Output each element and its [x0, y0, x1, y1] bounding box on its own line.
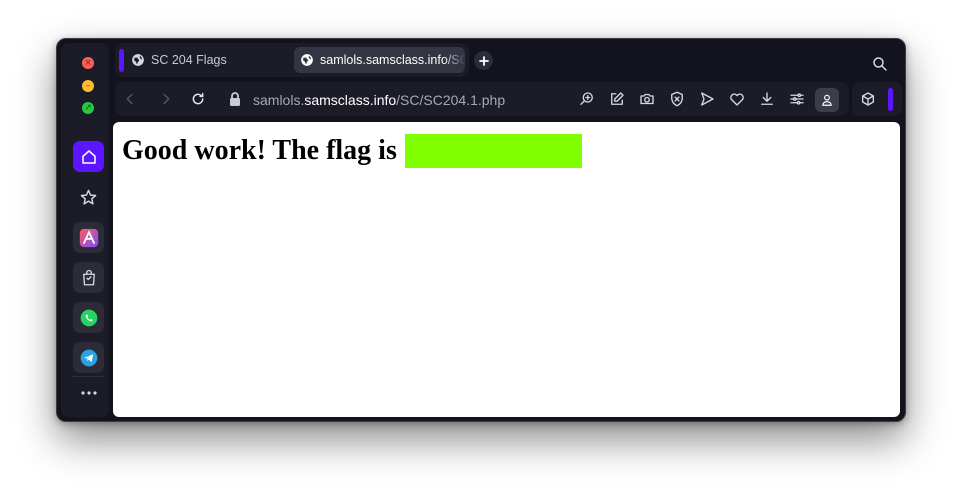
send-button[interactable]: [698, 90, 716, 108]
tab-active[interactable]: samlols.samsclass.info/SC/SC204.1.php: [294, 47, 465, 73]
plus-icon: [478, 55, 489, 66]
sidebar-divider: [73, 376, 104, 377]
download-icon: [761, 92, 773, 105]
shopping-bag-icon: [82, 269, 95, 285]
ad-blocker-button[interactable]: [668, 90, 686, 108]
edit-button[interactable]: [608, 90, 626, 108]
extensions-button[interactable]: [860, 91, 878, 109]
close-window-button[interactable]: ×: [82, 57, 94, 69]
url-path: /SC/SC204.1.php: [396, 92, 506, 108]
tab-search-button[interactable]: [871, 55, 889, 73]
sidebar-item-shopping[interactable]: [73, 262, 104, 293]
star-icon: [80, 189, 97, 205]
home-icon: [81, 149, 96, 164]
flag-highlight: [404, 134, 582, 168]
sidebar-item-bookmarks[interactable]: [73, 182, 104, 213]
lock-icon: [230, 92, 240, 106]
maximize-window-button[interactable]: ↗: [82, 102, 94, 114]
downloads-button[interactable]: [758, 90, 776, 108]
heart-icon: [730, 93, 744, 106]
maximize-icon: ↗: [84, 103, 92, 113]
heading-text: Good work! The flag is: [122, 135, 397, 166]
url-field[interactable]: samlols.samsclass.info/SC/SC204.1.php: [253, 92, 505, 108]
extension-indicator: [888, 88, 893, 111]
minimize-icon: –: [85, 81, 91, 91]
forward-button[interactable]: [158, 91, 174, 107]
page-content: Good work! The flag is: [113, 122, 900, 417]
url-subdomain: samlols.: [253, 92, 305, 108]
search-icon: [873, 57, 887, 71]
sidebar-item-aria[interactable]: [73, 222, 104, 253]
back-button[interactable]: [122, 91, 138, 107]
globe-icon: [301, 54, 313, 66]
profile-icon: [822, 94, 832, 106]
send-icon: [701, 92, 714, 106]
chevron-right-icon: [163, 93, 170, 105]
sidebar-item-whatsapp[interactable]: [73, 302, 104, 333]
sidebar-more-button[interactable]: [73, 381, 104, 405]
tab-label: SC 204 Flags: [151, 53, 227, 67]
tab-label: samlols.samsclass.info/SC/SC204.1.php: [320, 53, 465, 67]
chevron-left-icon: [126, 93, 133, 105]
more-icon: [80, 391, 97, 395]
telegram-icon: [80, 349, 97, 366]
reload-icon: [192, 92, 204, 105]
sidebar-item-telegram[interactable]: [73, 342, 104, 373]
easy-setup-button[interactable]: [788, 90, 806, 108]
close-icon: ×: [84, 58, 92, 68]
page-heading: Good work! The flag is: [122, 134, 582, 168]
reload-button[interactable]: [190, 91, 206, 107]
zoom-icon: [580, 92, 593, 105]
sliders-icon: [790, 93, 804, 105]
tab-island-indicator: [119, 49, 124, 72]
shield-icon: [671, 91, 683, 107]
whatsapp-icon: [80, 309, 97, 326]
profile-button[interactable]: [815, 88, 839, 112]
edit-icon: [611, 92, 624, 105]
sidebar-item-home[interactable]: [73, 141, 104, 172]
my-flow-button[interactable]: [728, 90, 746, 108]
zoom-button[interactable]: [578, 90, 596, 108]
camera-icon: [640, 93, 654, 105]
aria-icon: [79, 228, 98, 247]
tab-sc204-flags[interactable]: SC 204 Flags: [131, 47, 291, 73]
new-tab-button[interactable]: [474, 51, 493, 70]
browser-window: × – ↗ SC 204 Flags samlols.samsclass.inf…: [56, 38, 906, 422]
cube-icon: [862, 92, 874, 106]
site-security-button[interactable]: [228, 91, 244, 107]
globe-icon: [132, 54, 144, 66]
url-host: samsclass.info: [304, 92, 397, 108]
minimize-window-button[interactable]: –: [82, 80, 94, 92]
snapshot-button[interactable]: [638, 90, 656, 108]
sidebar: × – ↗: [61, 43, 109, 417]
